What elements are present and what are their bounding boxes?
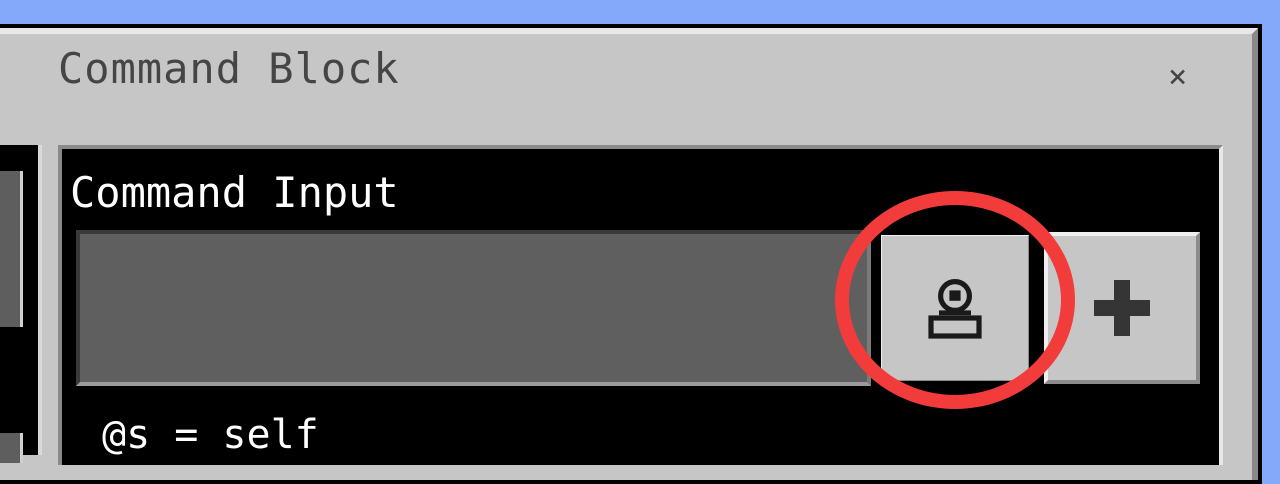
left-panel-slot[interactable] xyxy=(0,171,23,327)
left-panel-slot-lower[interactable] xyxy=(0,433,23,463)
close-button[interactable]: × xyxy=(1168,60,1187,92)
selector-icon xyxy=(928,279,982,339)
command-input-label: Command Input xyxy=(70,168,399,217)
selector-hint: @s = self xyxy=(102,412,319,458)
command-input-field[interactable] xyxy=(76,230,871,386)
target-selector-button[interactable] xyxy=(878,232,1032,384)
window-title: Command Block xyxy=(58,44,400,93)
left-panel xyxy=(0,145,42,463)
plus-icon xyxy=(1094,280,1150,336)
add-button[interactable] xyxy=(1044,232,1200,384)
